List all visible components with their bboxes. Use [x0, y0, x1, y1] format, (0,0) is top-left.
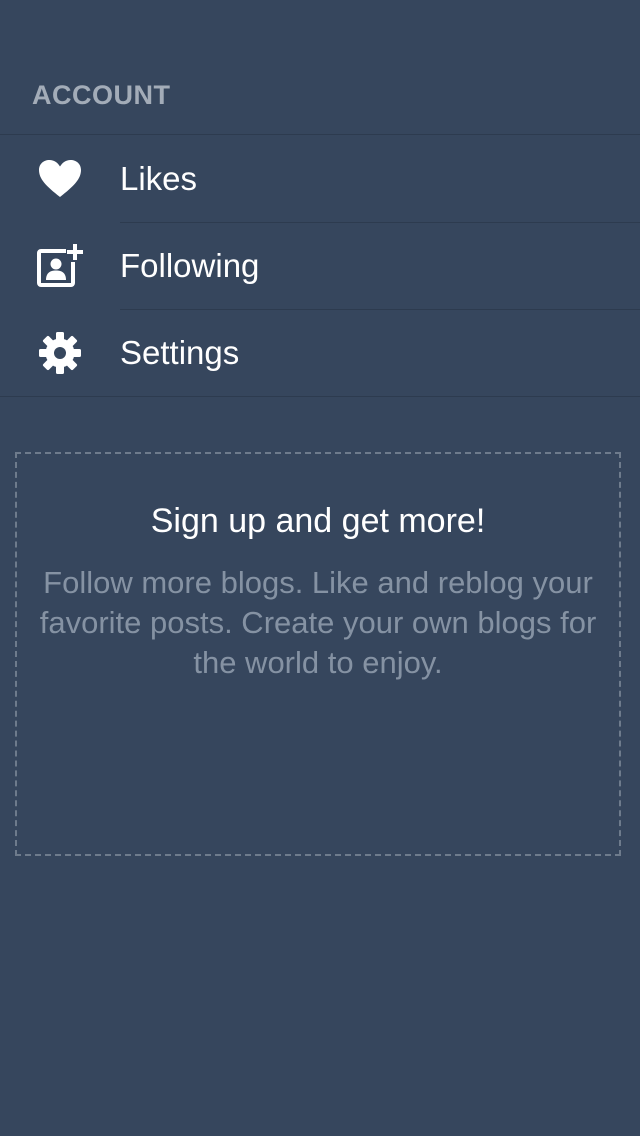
menu-item-label-settings: Settings	[120, 333, 240, 371]
heart-icon	[36, 155, 84, 203]
add-person-icon	[36, 242, 84, 290]
menu-item-likes[interactable]: Likes	[0, 135, 640, 222]
account-section-header: ACCOUNT	[32, 80, 171, 110]
menu-item-label-following: Following	[120, 246, 260, 284]
signup-promo-box[interactable]: Sign up and get more! Follow more blogs.…	[15, 452, 621, 856]
menu-item-following[interactable]: Following	[0, 222, 640, 309]
account-menu: Likes Following Settings	[0, 134, 640, 397]
menu-item-settings[interactable]: Settings	[0, 309, 640, 396]
signup-description: Follow more blogs. Like and reblog your …	[39, 565, 597, 680]
signup-title: Sign up and get more!	[150, 502, 486, 540]
gear-icon	[36, 329, 84, 377]
menu-item-label-likes: Likes	[120, 159, 198, 197]
